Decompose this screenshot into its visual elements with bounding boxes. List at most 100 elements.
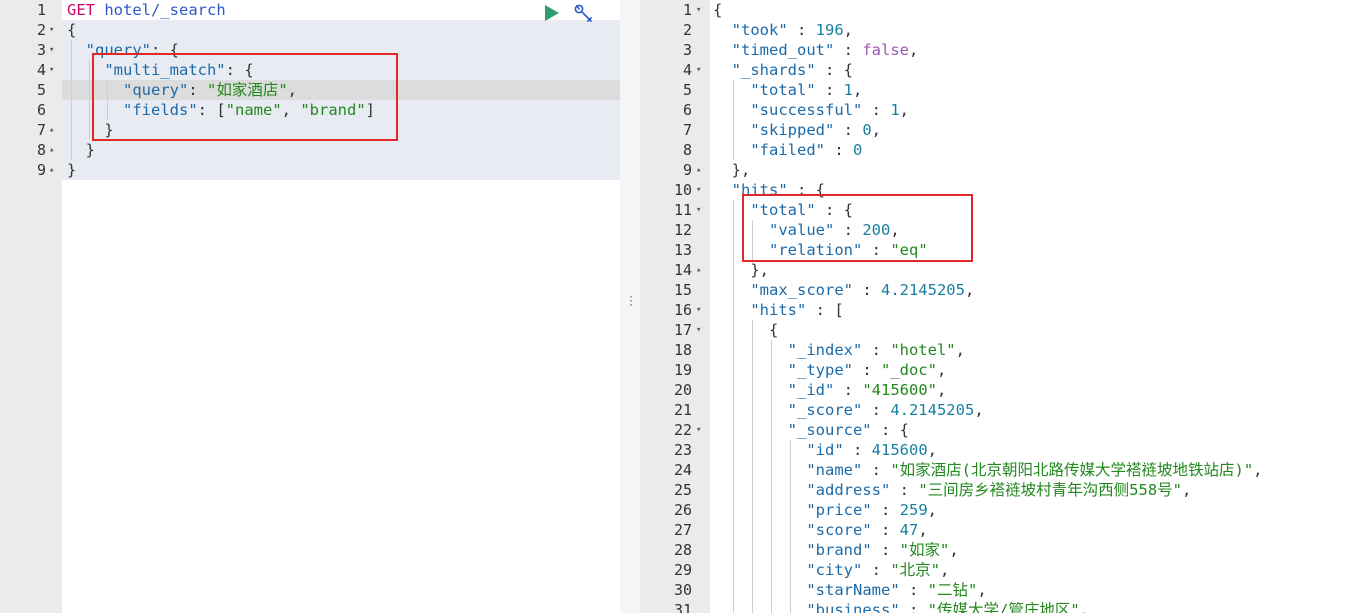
response-line-number: 17: [673, 321, 692, 339]
token-str: "hotel": [890, 341, 956, 359]
request-line-number: 6: [36, 101, 46, 119]
response-line-number: 13: [673, 241, 692, 259]
fold-collapse-icon[interactable]: ▾: [696, 180, 701, 200]
response-code-line: "total" : 1,: [713, 80, 862, 100]
fold-expand-icon[interactable]: ▴: [696, 260, 701, 280]
response-line-number: 28: [673, 541, 692, 559]
token-key: "brand": [806, 541, 872, 559]
response-line-number: 3: [682, 41, 692, 59]
request-code-line: GET hotel/_search: [67, 0, 226, 20]
indent-guide: [752, 220, 753, 260]
response-code-line: },: [713, 160, 751, 180]
token-punc: [713, 61, 732, 79]
token-punc: [713, 461, 806, 479]
request-line-number: 5: [36, 81, 46, 99]
request-code-line: }: [67, 160, 76, 180]
token-punc: :: [862, 341, 891, 359]
fold-collapse-icon[interactable]: ▾: [696, 200, 701, 220]
token-punc: :: [815, 81, 844, 99]
token-key: "total": [750, 81, 816, 99]
fold-expand-icon[interactable]: ▴: [49, 140, 54, 160]
response-line-number: 11: [673, 201, 692, 219]
token-key: "failed": [750, 141, 825, 159]
response-line-number: 9: [682, 161, 692, 179]
response-code-line: "address" : "三间房乡褡裢坡村青年沟西侧558号",: [713, 480, 1191, 500]
fold-collapse-icon[interactable]: ▾: [696, 320, 701, 340]
token-key: "timed_out": [731, 41, 835, 59]
response-code-line: "_id" : "415600",: [713, 380, 947, 400]
response-code-line: "_score" : 4.2145205,: [713, 400, 984, 420]
token-punc: ,: [853, 81, 863, 99]
token-bool: false: [862, 41, 909, 59]
hits-total-highlight-box: [742, 194, 973, 262]
token-punc: ,: [871, 121, 882, 139]
response-line-number: 31: [673, 601, 692, 613]
request-code-line: {: [67, 20, 76, 40]
fold-collapse-icon[interactable]: ▾: [49, 60, 54, 80]
response-code-line: "price" : 259,: [713, 500, 937, 520]
token-num: 0: [862, 121, 872, 139]
response-line-number: 30: [673, 581, 692, 599]
token-punc: [713, 581, 806, 599]
response-line-number: 29: [673, 561, 692, 579]
token-punc: :: [871, 521, 900, 539]
token-punc: : {: [815, 61, 853, 79]
token-punc: ,: [940, 561, 950, 579]
token-punc: :: [862, 461, 891, 479]
token-punc: }: [67, 161, 77, 179]
response-line-number: 7: [682, 121, 692, 139]
response-code[interactable]: { "took" : 196, "timed_out" : false, "_s…: [710, 0, 1354, 613]
indent-guide: [107, 80, 108, 120]
token-punc: [713, 541, 806, 559]
token-punc: : {: [871, 421, 909, 439]
token-punc: : [: [806, 301, 844, 319]
request-editor-pane[interactable]: 1 2 ▾ 3 ▾ 4 ▾ 5 6 7 ▴ 8 ▴ 9 ▴ GET hotel/_search{ "quer…: [0, 0, 620, 613]
response-line-number: 20: [673, 381, 692, 399]
response-code-line: "brand" : "如家",: [713, 540, 958, 560]
response-line-number: 6: [682, 101, 692, 119]
response-code-line: "id" : 415600,: [713, 440, 937, 460]
play-icon: [545, 5, 559, 21]
response-code-line: "timed_out" : false,: [713, 40, 919, 60]
token-key: "starName": [806, 581, 900, 599]
token-str: "415600": [862, 381, 937, 399]
response-line-number: 26: [673, 501, 692, 519]
token-punc: ,: [927, 501, 937, 519]
response-line-number: 1: [682, 1, 692, 19]
fold-expand-icon[interactable]: ▴: [49, 120, 54, 140]
response-line-number: 21: [673, 401, 692, 419]
fold-collapse-icon[interactable]: ▾: [49, 40, 54, 60]
fold-collapse-icon[interactable]: ▾: [696, 60, 701, 80]
token-punc: [713, 81, 750, 99]
fold-collapse-icon[interactable]: ▾: [696, 420, 701, 440]
token-num: 259: [899, 501, 928, 519]
fold-collapse-icon[interactable]: ▾: [696, 0, 701, 20]
token-punc: [713, 361, 788, 379]
token-key: "max_score": [750, 281, 853, 299]
token-key: "skipped": [750, 121, 835, 139]
response-line-number: 5: [682, 81, 692, 99]
token-num: 415600: [871, 441, 928, 459]
fold-collapse-icon[interactable]: ▾: [696, 300, 701, 320]
fold-expand-icon[interactable]: ▴: [49, 160, 54, 180]
token-key: "address": [806, 481, 891, 499]
pane-resize-divider[interactable]: · · ·: [620, 0, 640, 613]
run-request-button[interactable]: [542, 3, 562, 23]
token-punc: [713, 341, 788, 359]
token-punc: :: [890, 481, 919, 499]
response-code-line: "failed" : 0: [713, 140, 862, 160]
request-line-number: 8: [36, 141, 46, 159]
token-num: 47: [899, 521, 919, 539]
token-punc: [713, 41, 732, 59]
token-punc: :: [787, 21, 816, 39]
fold-expand-icon[interactable]: ▴: [696, 160, 701, 180]
request-settings-button[interactable]: [573, 3, 595, 25]
token-key: "_source": [787, 421, 872, 439]
fold-collapse-icon[interactable]: ▾: [49, 20, 54, 40]
token-punc: ,: [899, 101, 909, 119]
response-line-number: 23: [673, 441, 692, 459]
response-line-number: 27: [673, 521, 692, 539]
drag-handle-icon[interactable]: · · ·: [628, 293, 634, 311]
token-num: 4.2145205: [880, 281, 965, 299]
response-viewer-pane[interactable]: 1 ▾ 2 3 4 ▾ 5 6 7 8 9 ▴ 10 ▾ 11 ▾ 12 13 14 ▴ 15 16 ▾ 17 ▾ 18 19 20 2…: [640, 0, 1354, 613]
